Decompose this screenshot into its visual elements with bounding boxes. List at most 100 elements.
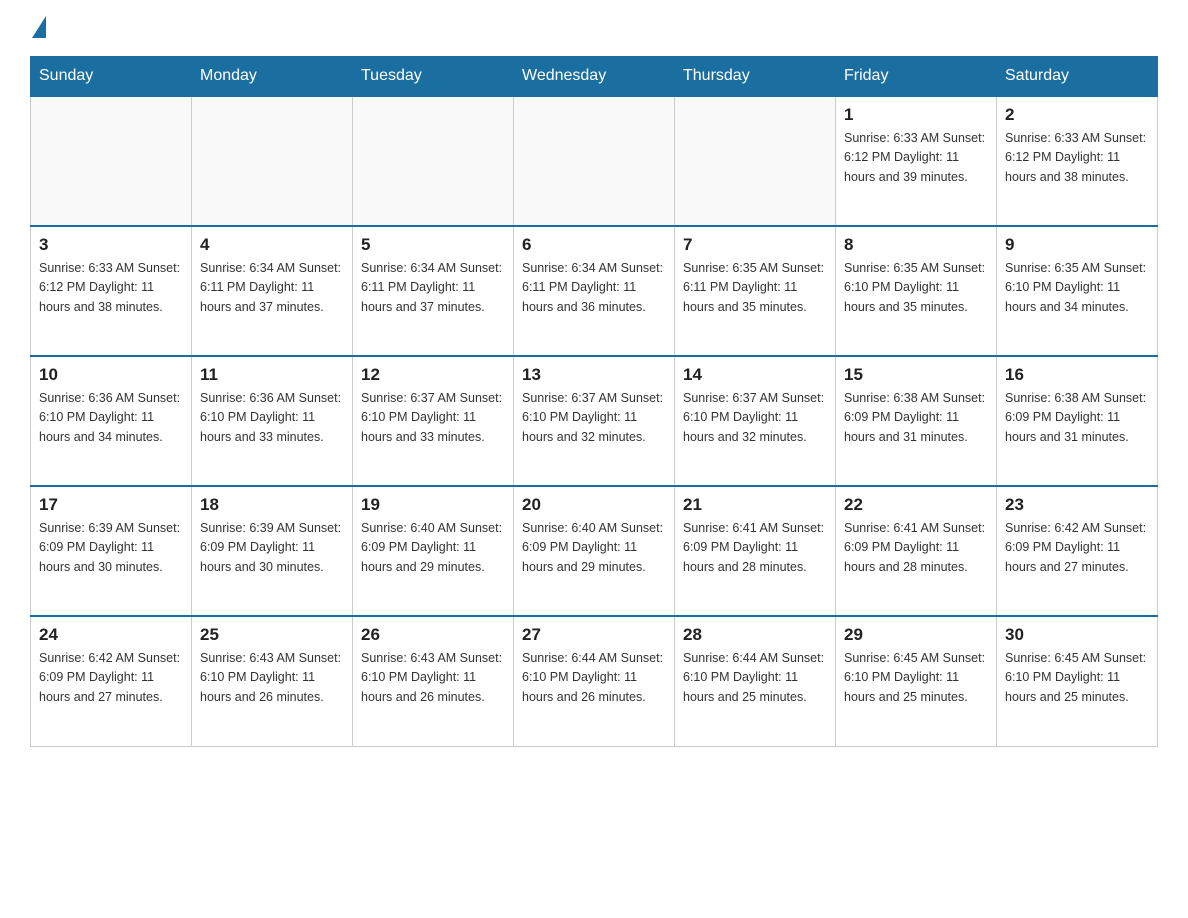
day-number: 2 bbox=[1005, 105, 1149, 125]
day-number: 8 bbox=[844, 235, 988, 255]
week-row-2: 3 Sunrise: 6:33 AM Sunset: 6:12 PM Daylig… bbox=[31, 226, 1158, 356]
day-header-tuesday: Tuesday bbox=[353, 57, 514, 97]
calendar-cell: 2 Sunrise: 6:33 AM Sunset: 6:12 PM Daylig… bbox=[997, 96, 1158, 226]
day-info: Sunrise: 6:40 AM Sunset: 6:09 PM Dayligh… bbox=[522, 519, 666, 577]
day-number: 3 bbox=[39, 235, 183, 255]
calendar-cell bbox=[514, 96, 675, 226]
day-number: 18 bbox=[200, 495, 344, 515]
day-number: 19 bbox=[361, 495, 505, 515]
week-row-3: 10 Sunrise: 6:36 AM Sunset: 6:10 PM Dayli… bbox=[31, 356, 1158, 486]
day-number: 5 bbox=[361, 235, 505, 255]
calendar-cell: 11 Sunrise: 6:36 AM Sunset: 6:10 PM Dayli… bbox=[192, 356, 353, 486]
day-info: Sunrise: 6:45 AM Sunset: 6:10 PM Dayligh… bbox=[1005, 649, 1149, 707]
day-info: Sunrise: 6:36 AM Sunset: 6:10 PM Dayligh… bbox=[200, 389, 344, 447]
calendar-cell: 21Sunrise: 6:41 AM Sunset: 6:09 PM Dayli… bbox=[675, 486, 836, 616]
day-header-saturday: Saturday bbox=[997, 57, 1158, 97]
day-info: Sunrise: 6:33 AM Sunset: 6:12 PM Dayligh… bbox=[39, 259, 183, 317]
calendar-cell: 25 Sunrise: 6:43 AM Sunset: 6:10 PM Dayli… bbox=[192, 616, 353, 746]
day-number: 12 bbox=[361, 365, 505, 385]
calendar-cell bbox=[353, 96, 514, 226]
calendar-cell: 5Sunrise: 6:34 AM Sunset: 6:11 PM Daylig… bbox=[353, 226, 514, 356]
day-header-thursday: Thursday bbox=[675, 57, 836, 97]
day-number: 6 bbox=[522, 235, 666, 255]
calendar-cell: 10 Sunrise: 6:36 AM Sunset: 6:10 PM Dayli… bbox=[31, 356, 192, 486]
calendar-table: SundayMondayTuesdayWednesdayThursdayFrid… bbox=[30, 56, 1158, 747]
day-info: Sunrise: 6:40 AM Sunset: 6:09 PM Dayligh… bbox=[361, 519, 505, 577]
day-info: Sunrise: 6:43 AM Sunset: 6:10 PM Dayligh… bbox=[361, 649, 505, 707]
day-info: Sunrise: 6:35 AM Sunset: 6:10 PM Dayligh… bbox=[1005, 259, 1149, 317]
calendar-cell: 16 Sunrise: 6:38 AM Sunset: 6:09 PM Dayli… bbox=[997, 356, 1158, 486]
day-info: Sunrise: 6:33 AM Sunset: 6:12 PM Dayligh… bbox=[844, 129, 988, 187]
day-number: 24 bbox=[39, 625, 183, 645]
calendar-cell: 20 Sunrise: 6:40 AM Sunset: 6:09 PM Dayli… bbox=[514, 486, 675, 616]
calendar-cell: 9 Sunrise: 6:35 AM Sunset: 6:10 PM Daylig… bbox=[997, 226, 1158, 356]
day-number: 7 bbox=[683, 235, 827, 255]
day-info: Sunrise: 6:44 AM Sunset: 6:10 PM Dayligh… bbox=[522, 649, 666, 707]
calendar-cell bbox=[675, 96, 836, 226]
day-number: 9 bbox=[1005, 235, 1149, 255]
day-number: 11 bbox=[200, 365, 344, 385]
logo-triangle-icon bbox=[32, 16, 46, 38]
day-info: Sunrise: 6:38 AM Sunset: 6:09 PM Dayligh… bbox=[844, 389, 988, 447]
calendar-cell: 18 Sunrise: 6:39 AM Sunset: 6:09 PM Dayli… bbox=[192, 486, 353, 616]
calendar-cell: 24 Sunrise: 6:42 AM Sunset: 6:09 PM Dayli… bbox=[31, 616, 192, 746]
week-row-4: 17 Sunrise: 6:39 AM Sunset: 6:09 PM Dayli… bbox=[31, 486, 1158, 616]
day-info: Sunrise: 6:35 AM Sunset: 6:11 PM Dayligh… bbox=[683, 259, 827, 317]
calendar-cell: 6 Sunrise: 6:34 AM Sunset: 6:11 PM Daylig… bbox=[514, 226, 675, 356]
calendar-cell: 4 Sunrise: 6:34 AM Sunset: 6:11 PM Daylig… bbox=[192, 226, 353, 356]
day-number: 27 bbox=[522, 625, 666, 645]
day-number: 28 bbox=[683, 625, 827, 645]
calendar-cell: 28 Sunrise: 6:44 AM Sunset: 6:10 PM Dayli… bbox=[675, 616, 836, 746]
day-number: 26 bbox=[361, 625, 505, 645]
day-number: 15 bbox=[844, 365, 988, 385]
calendar-cell: 23 Sunrise: 6:42 AM Sunset: 6:09 PM Dayli… bbox=[997, 486, 1158, 616]
day-info: Sunrise: 6:44 AM Sunset: 6:10 PM Dayligh… bbox=[683, 649, 827, 707]
day-number: 4 bbox=[200, 235, 344, 255]
calendar-cell: 14Sunrise: 6:37 AM Sunset: 6:10 PM Dayli… bbox=[675, 356, 836, 486]
day-info: Sunrise: 6:38 AM Sunset: 6:09 PM Dayligh… bbox=[1005, 389, 1149, 447]
day-info: Sunrise: 6:39 AM Sunset: 6:09 PM Dayligh… bbox=[200, 519, 344, 577]
day-number: 14 bbox=[683, 365, 827, 385]
day-info: Sunrise: 6:33 AM Sunset: 6:12 PM Dayligh… bbox=[1005, 129, 1149, 187]
day-info: Sunrise: 6:36 AM Sunset: 6:10 PM Dayligh… bbox=[39, 389, 183, 447]
day-number: 21 bbox=[683, 495, 827, 515]
day-number: 22 bbox=[844, 495, 988, 515]
day-info: Sunrise: 6:42 AM Sunset: 6:09 PM Dayligh… bbox=[1005, 519, 1149, 577]
day-number: 30 bbox=[1005, 625, 1149, 645]
calendar-cell: 7 Sunrise: 6:35 AM Sunset: 6:11 PM Daylig… bbox=[675, 226, 836, 356]
calendar-cell: 19 Sunrise: 6:40 AM Sunset: 6:09 PM Dayli… bbox=[353, 486, 514, 616]
day-info: Sunrise: 6:42 AM Sunset: 6:09 PM Dayligh… bbox=[39, 649, 183, 707]
day-number: 16 bbox=[1005, 365, 1149, 385]
page-header bbox=[30, 20, 1158, 38]
days-header-row: SundayMondayTuesdayWednesdayThursdayFrid… bbox=[31, 57, 1158, 97]
logo bbox=[30, 20, 46, 38]
week-row-5: 24 Sunrise: 6:42 AM Sunset: 6:09 PM Dayli… bbox=[31, 616, 1158, 746]
calendar-cell: 22 Sunrise: 6:41 AM Sunset: 6:09 PM Dayli… bbox=[836, 486, 997, 616]
day-number: 23 bbox=[1005, 495, 1149, 515]
calendar-cell: 27 Sunrise: 6:44 AM Sunset: 6:10 PM Dayli… bbox=[514, 616, 675, 746]
calendar-cell: 13Sunrise: 6:37 AM Sunset: 6:10 PM Dayli… bbox=[514, 356, 675, 486]
calendar-cell: 26 Sunrise: 6:43 AM Sunset: 6:10 PM Dayli… bbox=[353, 616, 514, 746]
day-info: Sunrise: 6:34 AM Sunset: 6:11 PM Dayligh… bbox=[200, 259, 344, 317]
day-info: Sunrise: 6:41 AM Sunset: 6:09 PM Dayligh… bbox=[844, 519, 988, 577]
day-header-wednesday: Wednesday bbox=[514, 57, 675, 97]
calendar-cell: 8 Sunrise: 6:35 AM Sunset: 6:10 PM Daylig… bbox=[836, 226, 997, 356]
day-number: 29 bbox=[844, 625, 988, 645]
day-info: Sunrise: 6:43 AM Sunset: 6:10 PM Dayligh… bbox=[200, 649, 344, 707]
day-number: 13 bbox=[522, 365, 666, 385]
day-info: Sunrise: 6:39 AM Sunset: 6:09 PM Dayligh… bbox=[39, 519, 183, 577]
day-header-friday: Friday bbox=[836, 57, 997, 97]
day-number: 17 bbox=[39, 495, 183, 515]
calendar-cell: 17 Sunrise: 6:39 AM Sunset: 6:09 PM Dayli… bbox=[31, 486, 192, 616]
day-info: Sunrise: 6:34 AM Sunset: 6:11 PM Dayligh… bbox=[522, 259, 666, 317]
day-number: 10 bbox=[39, 365, 183, 385]
day-number: 25 bbox=[200, 625, 344, 645]
day-info: Sunrise: 6:35 AM Sunset: 6:10 PM Dayligh… bbox=[844, 259, 988, 317]
day-number: 20 bbox=[522, 495, 666, 515]
week-row-1: 1Sunrise: 6:33 AM Sunset: 6:12 PM Daylig… bbox=[31, 96, 1158, 226]
calendar-cell bbox=[192, 96, 353, 226]
day-info: Sunrise: 6:45 AM Sunset: 6:10 PM Dayligh… bbox=[844, 649, 988, 707]
calendar-cell bbox=[31, 96, 192, 226]
day-info: Sunrise: 6:37 AM Sunset: 6:10 PM Dayligh… bbox=[361, 389, 505, 447]
calendar-cell: 1Sunrise: 6:33 AM Sunset: 6:12 PM Daylig… bbox=[836, 96, 997, 226]
